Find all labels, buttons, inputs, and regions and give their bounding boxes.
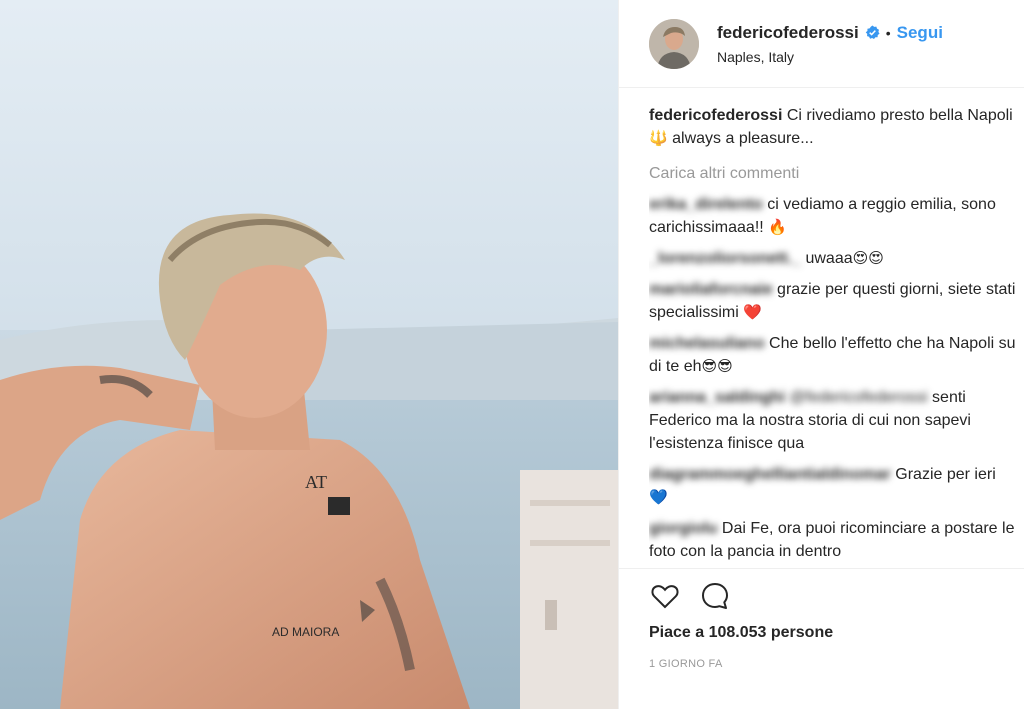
trident-emoji: 🔱: [649, 130, 668, 147]
comment-author[interactable]: erika_direlento: [649, 196, 763, 213]
sunglasses-emoji: 😎😎: [701, 358, 733, 375]
post-photo-image: AT AD MAIORA: [0, 0, 618, 709]
comment-item: giorgiolu Dai Fe, ora puoi ricominciare …: [649, 517, 1016, 563]
post-photo[interactable]: AT AD MAIORA: [0, 0, 618, 709]
likes-count[interactable]: Piace a 108.053 persone: [649, 624, 833, 642]
post-header: federicofederossi • Segui Naples, Italy: [619, 0, 1024, 88]
comment-item: marioliaforcnaie grazie per questi giorn…: [649, 278, 1016, 324]
comment-item: diagrammoeghelliantialdinomar Grazie per…: [649, 463, 1016, 509]
caption-text-1: Ci rivediamo presto bella Napoli: [782, 107, 1013, 124]
comment-text: uwaaa: [801, 250, 853, 267]
red-heart-emoji: ❤️: [743, 304, 762, 321]
comment-item: arianna_saldinghi @federicofederossi sen…: [649, 386, 1016, 455]
comment-mention[interactable]: @federicofederossi: [790, 389, 928, 406]
comment-text: Grazie per ieri: [890, 466, 996, 483]
avatar[interactable]: [649, 18, 699, 69]
header-separator: •: [885, 24, 891, 41]
post-timestamp[interactable]: 1 GIORNO FA: [649, 658, 723, 670]
caption-author[interactable]: federicofederossi: [649, 107, 782, 124]
heart-eyes-emoji: 😍😍: [852, 250, 884, 267]
comment-author[interactable]: giorgiolu: [649, 520, 717, 537]
post-side-panel: federicofederossi • Segui Naples, Italy …: [618, 0, 1024, 709]
fire-emoji: 🔥: [768, 219, 787, 236]
comment-item: _lorenzoliorsonett._ uwaaa😍😍: [649, 247, 1016, 270]
blue-heart-emoji: 💙: [649, 489, 668, 506]
svg-text:AT: AT: [305, 472, 327, 492]
header-text: federicofederossi • Segui Naples, Italy: [717, 23, 943, 65]
comment-item: michelasuliano Che bello l'effetto che h…: [649, 332, 1016, 378]
avatar-image: [649, 18, 699, 69]
load-more-comments-button[interactable]: Carica altri commenti: [649, 162, 1016, 185]
header-title-row: federicofederossi • Segui: [717, 23, 943, 43]
verified-badge-icon: [865, 25, 880, 39]
comment-item: erika_direlento ci vediamo a reggio emil…: [649, 193, 1016, 239]
follow-button[interactable]: Segui: [897, 23, 943, 43]
caption: federicofederossi Ci rivediamo presto be…: [649, 104, 1016, 150]
instagram-post: AT AD MAIORA federicofederossi • Segui N…: [0, 0, 1024, 709]
post-actions: [649, 580, 731, 612]
comment-author[interactable]: arianna_saldinghi: [649, 389, 785, 406]
comment-author[interactable]: diagrammoeghelliantialdinomar: [649, 466, 891, 483]
comment-author[interactable]: _lorenzoliorsonett._: [649, 250, 801, 267]
location-link[interactable]: Naples, Italy: [717, 49, 943, 65]
comment-author[interactable]: michelasuliano: [649, 335, 765, 352]
comments-list[interactable]: federicofederossi Ci rivediamo presto be…: [649, 104, 1016, 566]
comment-author[interactable]: marioliaforcnaie: [649, 281, 773, 298]
divider: [619, 568, 1024, 569]
caption-text-2: always a pleasure...: [667, 130, 814, 147]
svg-text:AD MAIORA: AD MAIORA: [272, 625, 339, 639]
username-link[interactable]: federicofederossi: [717, 23, 859, 43]
heart-icon[interactable]: [649, 580, 681, 612]
speech-bubble-icon[interactable]: [699, 580, 731, 612]
